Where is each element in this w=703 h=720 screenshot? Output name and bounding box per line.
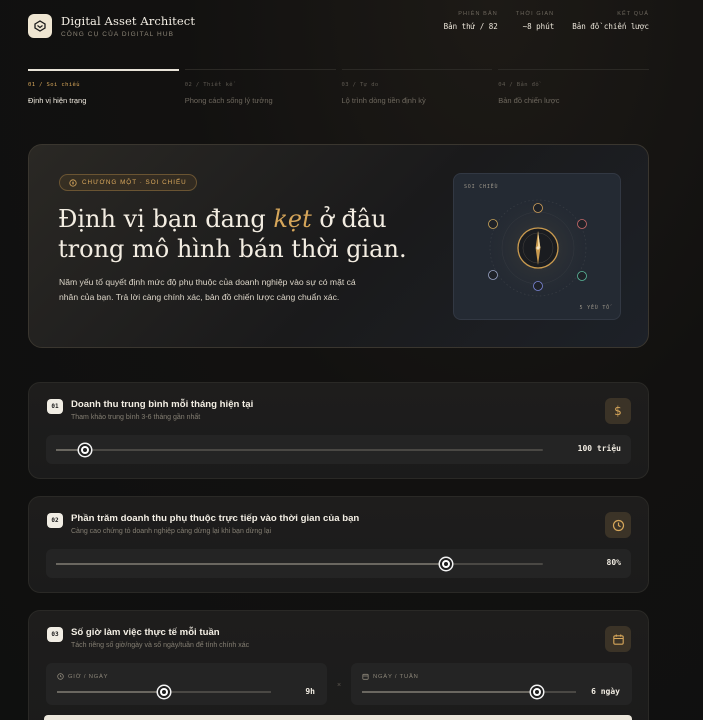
meta-version-label: PHIÊN BẢN (458, 11, 498, 17)
slider-thumb[interactable] (531, 686, 544, 698)
step-4[interactable]: 04 / Bản đồ Bản đồ chiến lược (498, 69, 649, 105)
question-title: Doanh thu trung bình mỗi tháng hiện tại (71, 399, 254, 410)
calendar-small-icon (362, 673, 369, 680)
revenue-slider[interactable]: 100 triệu (46, 435, 631, 464)
days-value: 6 ngày (591, 687, 620, 696)
step-1[interactable]: 01 / Soi chiếu Định vị hiện trạng (28, 69, 179, 105)
step-number: 03 / Tự do (341, 82, 379, 88)
meta-version: PHIÊN BẢN Bản thứ / 82 (444, 11, 498, 31)
logo-icon (28, 14, 52, 38)
slider-thumb[interactable] (79, 444, 92, 456)
meta-result: KẾT QUẢ Bản đồ chiến lược (572, 11, 649, 31)
question-title: Số giờ làm việc thực tế mỗi tuần (71, 627, 220, 638)
app-header: Digital Asset Architect CÔNG CỤ CỦA DIGI… (28, 11, 649, 41)
factor-node-3 (577, 271, 587, 281)
hero-description: Năm yếu tố quyết định mức độ phụ thuộc c… (59, 277, 356, 302)
slider-thumb[interactable] (439, 558, 452, 570)
step-label: Lộ trình dòng tiền định kỳ (341, 96, 426, 105)
brand-subtitle: CÔNG CỤ CỦA DIGITAL HUB (61, 31, 175, 38)
days-label: NGÀY / TUẦN (362, 673, 419, 680)
step-label: Phong cách sống lý tưởng (184, 96, 273, 105)
clock-icon (605, 512, 631, 538)
slider-thumb[interactable] (158, 686, 170, 698)
question-hint: Tham khảo trung bình 3-6 tháng gần nhất (71, 414, 201, 421)
factor-node-2 (577, 219, 587, 229)
session-meta: PHIÊN BẢN Bản thứ / 82 THỜI GIAN ~8 phút… (444, 11, 649, 41)
step-2[interactable]: 02 / Thiết kế Phong cách sống lý tưởng (184, 69, 336, 105)
slider-track[interactable] (56, 444, 543, 456)
question-number: 02 (47, 513, 63, 528)
meta-result-value: Bản đồ chiến lược (572, 22, 649, 31)
days-label-text: NGÀY / TUẦN (373, 673, 419, 680)
days-per-week-panel: NGÀY / TUẦN 6 ngày (351, 663, 632, 705)
factor-node-1 (533, 203, 543, 213)
hero-title-part: Định vị bạn đang (58, 205, 274, 233)
question-card-3: 03 Số giờ làm việc thực tế mỗi tuần Tách… (28, 610, 649, 720)
time-dependency-slider[interactable]: 80% (46, 549, 631, 578)
question-card-2: 02 Phần trăm doanh thu phụ thuộc trực ti… (28, 496, 649, 593)
slider-value: 100 triệu (577, 444, 621, 453)
compass-visual: SOI CHIẾU 5 YẾU TỐ (453, 173, 621, 320)
hero-title-emphasis: kẹt (273, 205, 312, 233)
next-button[interactable] (44, 715, 632, 720)
question-title: Phần trăm doanh thu phụ thuộc trực tiếp … (71, 513, 360, 524)
hero-panel: CHƯƠNG MỘT · SOI CHIẾU Định vị bạn đang … (28, 144, 649, 348)
compass-small-icon (69, 178, 77, 187)
hours-label: GIỜ / NGÀY (57, 673, 108, 680)
question-hint: Tách riêng số giờ/ngày và số ngày/tuần đ… (71, 642, 250, 649)
meta-time: THỜI GIAN ~8 phút (516, 11, 554, 31)
step-number: 02 / Thiết kế (184, 82, 233, 88)
question-hint: Càng cao chứng tỏ doanh nghiệp càng dừng… (71, 528, 272, 535)
hours-value: 9h (305, 687, 315, 696)
multiply-sign: × (337, 682, 342, 689)
factor-node-6 (488, 219, 498, 229)
meta-time-value: ~8 phút (522, 22, 555, 31)
hours-slider[interactable] (57, 686, 271, 698)
compass-diagram (483, 193, 593, 303)
slider-value: 80% (606, 558, 621, 567)
brand-title: Digital Asset Architect (61, 14, 196, 28)
meta-version-value: Bản thứ / 82 (443, 22, 498, 31)
slider-track[interactable] (56, 558, 543, 570)
meta-time-label: THỜI GIAN (515, 11, 555, 17)
step-label: Bản đồ chiến lược (498, 96, 560, 105)
step-label: Định vị hiện trạng (28, 96, 87, 105)
progress-steps: 01 / Soi chiếu Định vị hiện trạng 02 / T… (28, 69, 649, 105)
factor-node-4 (533, 281, 543, 291)
slider-fill (57, 691, 164, 693)
step-number: 04 / Bản đồ (498, 82, 540, 88)
hours-per-day-panel: GIỜ / NGÀY 9h (46, 663, 327, 705)
factor-node-5 (488, 270, 498, 280)
clock-small-icon (57, 673, 64, 680)
step-number: 01 / Soi chiếu (28, 82, 80, 88)
meta-result-label: KẾT QUẢ (617, 11, 649, 17)
calendar-icon (605, 626, 631, 652)
compass-foot: 5 YẾU TỐ (579, 305, 610, 311)
question-card-1: 01 Doanh thu trung bình mỗi tháng hiện t… (28, 382, 649, 479)
slider-fill (56, 563, 446, 565)
days-slider[interactable] (362, 686, 576, 698)
hero-title: Định vị bạn đang kẹt ở đâu trong mô hình… (58, 204, 458, 264)
question-number: 01 (47, 399, 63, 414)
dollar-icon: $ (605, 398, 631, 424)
question-number: 03 (47, 627, 63, 642)
chapter-badge: CHƯƠNG MỘT · SOI CHIẾU (59, 174, 197, 191)
chapter-text: CHƯƠNG MỘT · SOI CHIẾU (82, 179, 187, 186)
slider-fill (362, 691, 538, 693)
step-3[interactable]: 03 / Tự do Lộ trình dòng tiền định kỳ (341, 69, 493, 105)
brand[interactable]: Digital Asset Architect CÔNG CỤ CỦA DIGI… (28, 11, 195, 41)
hours-label-text: GIỜ / NGÀY (68, 673, 109, 680)
